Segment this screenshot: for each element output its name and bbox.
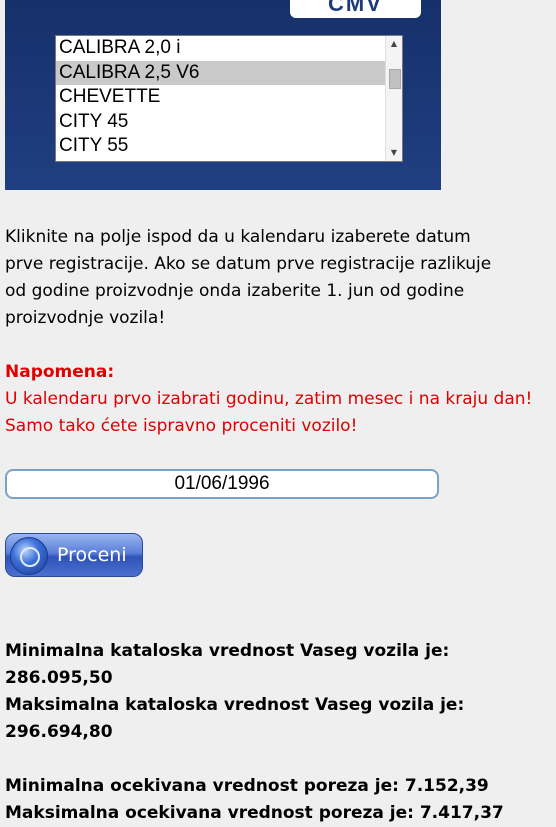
instructions-line: prve registracije. Ako se datum prve reg… [5, 254, 492, 274]
scroll-thumb[interactable] [389, 69, 401, 89]
list-item[interactable]: CITY 55 [56, 134, 386, 159]
scroll-down-arrow-icon[interactable]: ▼ [386, 145, 402, 161]
model-list-items: CALIBRA 2,0 i CALIBRA 2,5 V6 CHEVETTE CI… [56, 36, 386, 161]
instructions-text: Kliknite na polje ispod da u kalendaru i… [5, 224, 550, 332]
note-title: Napomena: [5, 362, 115, 382]
instructions-line: Kliknite na polje ispod da u kalendaru i… [5, 227, 471, 247]
instructions-line: od godine proizvodnje onda izaberite 1. … [5, 281, 465, 301]
header-panel: CMV CALIBRA 2,0 i CALIBRA 2,5 V6 CHEVETT… [5, 0, 441, 190]
result-max-tax: Maksimalna ocekivana vrednost poreza je:… [5, 803, 504, 823]
instructions-line: proizvodnje vozila! [5, 308, 166, 328]
list-item[interactable]: CHEVETTE [56, 85, 386, 110]
estimate-button-label: Proceni [57, 544, 127, 566]
results: Minimalna kataloska vrednost Vaseg vozil… [5, 638, 550, 827]
globe-icon [10, 537, 48, 575]
list-item[interactable]: CITY 45 [56, 110, 386, 135]
list-item-selected[interactable]: CALIBRA 2,5 V6 [56, 60, 386, 86]
model-listbox[interactable]: CALIBRA 2,0 i CALIBRA 2,5 V6 CHEVETTE CI… [55, 35, 403, 162]
registration-date-field[interactable] [5, 469, 439, 499]
list-item[interactable]: CALIBRA 2,0 i [56, 36, 386, 61]
note-line: Samo tako ćete ispravno proceniti vozilo… [5, 416, 358, 436]
note-line: U kalendaru prvo izabrati godinu, zatim … [5, 389, 533, 409]
brand-logo: CMV [290, 0, 421, 18]
scrollbar[interactable]: ▲ ▼ [385, 36, 402, 161]
note-text: U kalendaru prvo izabrati godinu, zatim … [5, 386, 550, 440]
estimate-button[interactable]: Proceni [5, 533, 143, 577]
result-min-tax: Minimalna ocekivana vrednost poreza je: … [5, 776, 489, 796]
scroll-up-arrow-icon[interactable]: ▲ [386, 36, 402, 52]
result-max-catalog: Maksimalna kataloska vrednost Vaseg vozi… [5, 695, 465, 742]
result-min-catalog: Minimalna kataloska vrednost Vaseg vozil… [5, 641, 450, 688]
